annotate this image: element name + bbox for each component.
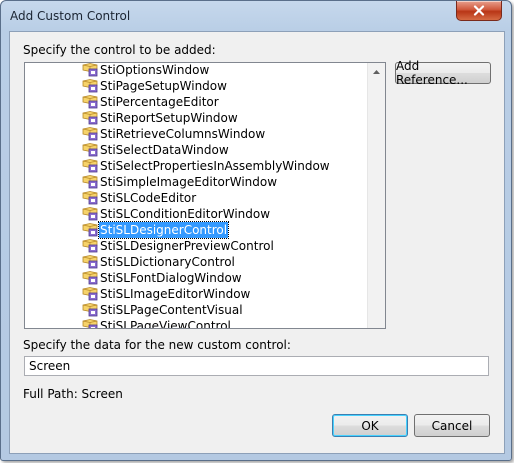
list-item-label: StiSLConditionEditorWindow [100,207,271,221]
control-class-icon [82,159,98,174]
close-icon [473,5,485,16]
add-reference-button[interactable]: Add Reference... [395,59,491,87]
control-class-icon [82,239,98,254]
vertical-scrollbar[interactable] [367,63,385,328]
control-class-icon [82,303,98,318]
controls-list: StiOptionsWindow StiPageSetupWindow StiPer… [25,63,370,329]
control-class-icon [82,95,98,110]
list-item[interactable]: StiSLCodeEditor [25,190,370,206]
list-item-label: StiSLFontDialogWindow [100,271,242,285]
scroll-up-button[interactable] [368,63,385,80]
list-item[interactable]: StiSLFontDialogWindow [25,270,370,286]
list-item[interactable]: StiSLDesignerControl [25,221,370,239]
list-item[interactable]: StiSelectDataWindow [25,142,370,158]
close-button[interactable] [456,1,502,21]
control-class-icon [82,255,98,270]
control-class-icon [82,287,98,302]
list-item-label: StiSLPageContentVisual [100,303,243,317]
control-class-icon [82,319,98,328]
list-item-label: StiPageSetupWindow [100,79,227,93]
custom-control-data-input[interactable]: Screen [24,356,489,376]
list-item-label: StiSLDesignerPreviewControl [100,239,274,253]
control-class-icon [82,223,98,238]
list-item-label: StiSLPageViewControl [100,319,231,329]
list-item[interactable]: StiSLDictionaryControl [25,254,370,270]
list-item[interactable]: StiSelectPropertiesInAssemblyWindow [25,158,370,174]
full-path-label: Full Path: Screen [23,387,123,401]
control-class-icon [82,175,98,190]
list-item-label: StiSLCodeEditor [100,191,197,205]
specify-control-label: Specify the control to be added: [23,43,216,57]
list-item[interactable]: StiPercentageEditor [25,94,370,110]
list-item-label: StiSLImageEditorWindow [100,287,251,301]
cancel-button[interactable]: Cancel [414,414,490,437]
list-item[interactable]: StiSimpleImageEditorWindow [25,174,370,190]
control-class-icon [82,271,98,286]
list-item[interactable]: StiOptionsWindow [25,63,370,78]
control-class-icon [82,111,98,126]
list-item-label: StiReportSetupWindow [100,111,238,125]
list-item-label: StiSimpleImageEditorWindow [100,175,278,189]
list-item-label: StiSLDesignerControl [97,221,230,239]
list-item[interactable]: StiReportSetupWindow [25,110,370,126]
list-item[interactable]: StiSLPageViewControl [25,318,370,329]
window-title: Add Custom Control [10,9,131,23]
control-class-icon [82,191,98,206]
ok-button[interactable]: OK [332,414,408,437]
control-class-icon [82,127,98,142]
dialog-client-area: Specify the control to be added: StiOpti… [9,31,505,454]
list-item[interactable]: StiSLConditionEditorWindow [25,206,370,222]
specify-data-label: Specify the data for the new custom cont… [23,338,291,352]
list-item[interactable]: StiSLDesignerPreviewControl [25,238,370,254]
list-item[interactable]: StiSLImageEditorWindow [25,286,370,302]
controls-listbox[interactable]: StiOptionsWindow StiPageSetupWindow StiPer… [24,62,386,329]
list-item-label: StiSLDictionaryControl [100,255,235,269]
list-item-label: StiRetrieveColumnsWindow [100,127,266,141]
list-item-label: StiOptionsWindow [100,63,210,77]
list-item-label: StiSelectPropertiesInAssemblyWindow [100,159,330,173]
scroll-up-arrow-icon [373,69,380,74]
list-item[interactable]: StiPageSetupWindow [25,78,370,94]
control-class-icon [82,207,98,222]
list-item-label: StiPercentageEditor [100,95,219,109]
control-class-icon [82,79,98,94]
list-item[interactable]: StiRetrieveColumnsWindow [25,126,370,142]
list-item-label: StiSelectDataWindow [100,143,229,157]
dialog-window: Add Custom Control Specify the control t… [0,0,512,461]
control-class-icon [82,63,98,78]
control-class-icon [82,143,98,158]
list-item[interactable]: StiSLPageContentVisual [25,302,370,318]
